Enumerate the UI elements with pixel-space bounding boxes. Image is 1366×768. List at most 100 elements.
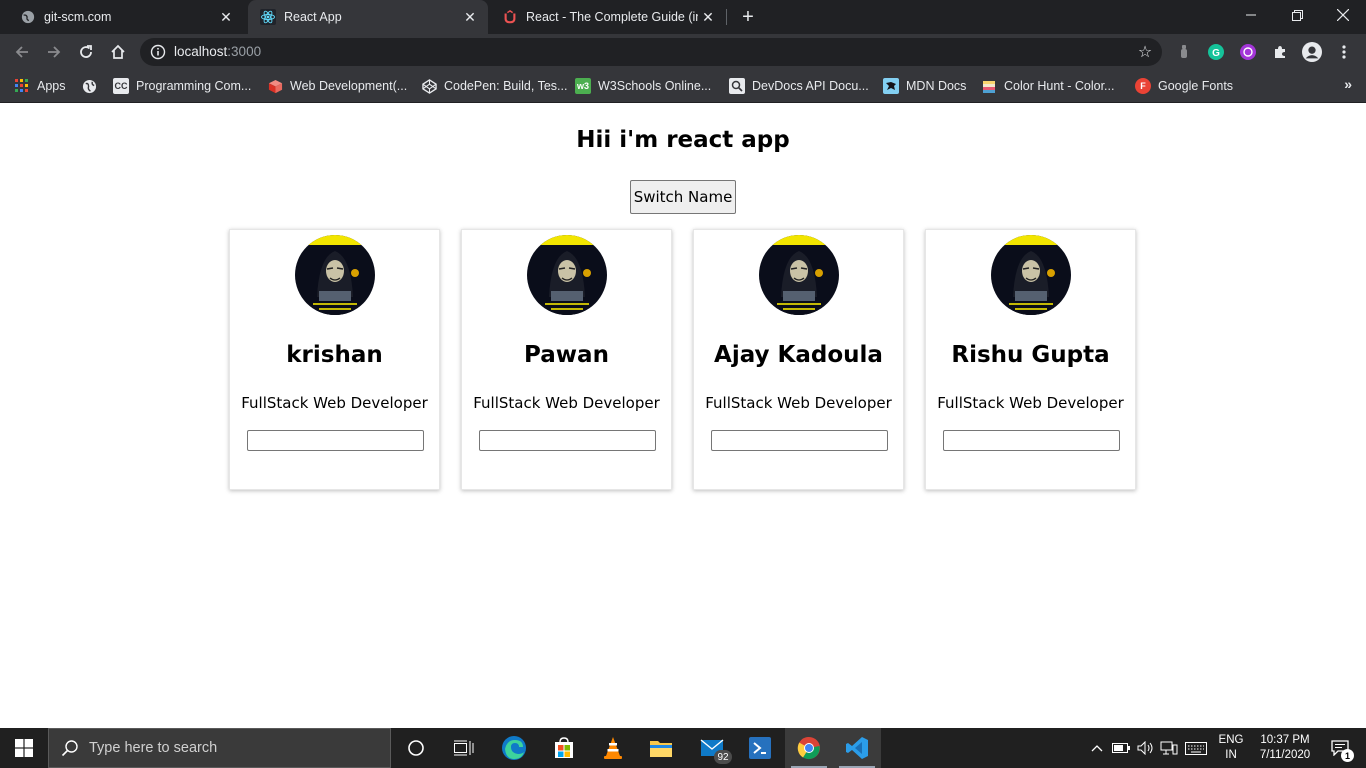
microsoft-store-icon[interactable] xyxy=(540,728,588,768)
mail-icon[interactable]: 92 xyxy=(688,728,736,768)
close-tab-icon[interactable]: ✕ xyxy=(460,7,480,27)
reload-icon[interactable] xyxy=(72,38,100,66)
close-tab-icon[interactable]: ✕ xyxy=(698,7,718,27)
bookmark-google-fonts[interactable]: F Google Fonts xyxy=(1135,76,1233,96)
volume-icon[interactable] xyxy=(1134,728,1158,768)
bookmark-mdn[interactable]: MDN Docs xyxy=(883,76,966,96)
bookmark-w3schools[interactable]: w3 W3Schools Online... xyxy=(575,76,711,96)
windows-start-icon[interactable] xyxy=(0,728,48,768)
bookmark-color-hunt[interactable]: Color Hunt - Color... xyxy=(981,76,1114,96)
person-card: Rishu Gupta FullStack Web Developer xyxy=(925,229,1136,490)
bookmark-label: W3Schools Online... xyxy=(598,79,712,93)
windows-taskbar: Type here to search 92 ENG IN 10:37 PM 7… xyxy=(0,728,1366,768)
search-icon xyxy=(61,739,79,757)
grammarly-icon[interactable]: G xyxy=(1206,42,1226,62)
close-tab-icon[interactable]: ✕ xyxy=(216,7,236,27)
name-input[interactable] xyxy=(711,430,888,451)
chrome-taskbar-icon[interactable] xyxy=(785,728,833,768)
bookmark-web-development[interactable]: Web Development(... xyxy=(267,76,407,96)
tab-git-scm[interactable]: git-scm.com ✕ xyxy=(8,0,244,34)
bookmark-globe[interactable] xyxy=(81,76,104,96)
profile-avatar-icon[interactable] xyxy=(1302,42,1322,62)
network-icon[interactable] xyxy=(1158,728,1180,768)
page-heading: Hii i'm react app xyxy=(576,127,790,153)
avatar-image xyxy=(759,235,839,315)
back-arrow-icon[interactable] xyxy=(8,38,36,66)
edge-browser-icon[interactable] xyxy=(490,728,538,768)
language-region: IN xyxy=(1225,749,1237,761)
bookmark-codepen[interactable]: CodePen: Build, Tes... xyxy=(421,76,567,96)
avatar-image xyxy=(991,235,1071,315)
browser-tab-strip: git-scm.com ✕ React App ✕ React - The Co… xyxy=(0,0,1366,34)
site-info-icon[interactable] xyxy=(150,44,166,60)
bookmark-label: Apps xyxy=(37,79,66,93)
battery-icon[interactable] xyxy=(1110,728,1132,768)
google-fonts-icon: F xyxy=(1135,78,1151,94)
apps-grid-icon xyxy=(14,78,30,94)
home-icon[interactable] xyxy=(104,38,132,66)
powershell-icon[interactable] xyxy=(736,728,784,768)
input-language-indicator[interactable]: ENG IN xyxy=(1214,733,1248,763)
bookmark-label: Web Development(... xyxy=(290,79,408,93)
cc-icon: CC xyxy=(113,78,129,94)
bookmark-label: MDN Docs xyxy=(906,79,967,93)
person-card: Pawan FullStack Web Developer xyxy=(461,229,672,490)
taskbar-clock[interactable]: 10:37 PM 7/11/2020 xyxy=(1254,733,1316,763)
avatar-image xyxy=(295,235,375,315)
bookmark-label: Programming Com... xyxy=(136,79,252,93)
person-role: FullStack Web Developer xyxy=(937,394,1124,412)
person-name: Pawan xyxy=(524,342,609,368)
close-window-icon[interactable] xyxy=(1320,0,1366,30)
notification-count-badge: 1 xyxy=(1341,749,1354,762)
name-input[interactable] xyxy=(247,430,424,451)
cortana-circle-icon[interactable] xyxy=(392,728,440,768)
new-tab-plus-icon[interactable]: + xyxy=(736,5,760,29)
extensions-puzzle-icon[interactable] xyxy=(1270,42,1290,62)
bookmark-star-icon[interactable]: ☆ xyxy=(1136,43,1154,61)
tab-react-guide[interactable]: React - The Complete Guide (incl ✕ xyxy=(490,0,726,34)
url-text: localhost:3000 xyxy=(174,44,261,59)
vscode-icon[interactable] xyxy=(833,728,881,768)
person-card: krishan FullStack Web Developer xyxy=(229,229,440,490)
forward-arrow-icon[interactable] xyxy=(40,38,68,66)
chrome-menu-icon[interactable] xyxy=(1334,42,1354,62)
bookmark-apps[interactable]: Apps xyxy=(14,76,66,96)
touch-keyboard-icon[interactable] xyxy=(1182,728,1210,768)
bookmark-label: Google Fonts xyxy=(1158,79,1234,93)
bookmark-label: CodePen: Build, Tes... xyxy=(444,79,568,93)
person-name: Ajay Kadoula xyxy=(714,342,883,368)
person-name: krishan xyxy=(286,342,383,368)
extension-purple-icon[interactable] xyxy=(1238,42,1258,62)
task-view-icon[interactable] xyxy=(440,728,488,768)
restore-window-icon[interactable] xyxy=(1274,0,1320,30)
url-port: :3000 xyxy=(227,44,262,59)
name-input[interactable] xyxy=(943,430,1120,451)
udemy-icon xyxy=(502,9,518,25)
switch-name-button[interactable]: Switch Name xyxy=(630,180,736,214)
person-role: FullStack Web Developer xyxy=(473,394,660,412)
action-center-icon[interactable]: 1 xyxy=(1320,728,1360,768)
bookmarks-overflow-chevron-icon[interactable]: » xyxy=(1344,76,1352,92)
devdocs-icon xyxy=(729,78,745,94)
taskbar-search-box[interactable]: Type here to search xyxy=(48,728,391,768)
bookmark-devdocs[interactable]: DevDocs API Docu... xyxy=(729,76,869,96)
tab-react-app[interactable]: React App ✕ xyxy=(248,0,488,34)
minimize-window-icon[interactable] xyxy=(1228,0,1274,30)
codepen-icon xyxy=(421,78,437,94)
file-explorer-icon[interactable] xyxy=(637,728,685,768)
person-role: FullStack Web Developer xyxy=(241,394,428,412)
globe-icon xyxy=(20,9,36,25)
extension-dropper-icon[interactable] xyxy=(1174,42,1194,62)
vlc-player-icon[interactable] xyxy=(589,728,637,768)
address-bar[interactable]: localhost:3000 ☆ xyxy=(140,38,1162,66)
bookmark-label: Color Hunt - Color... xyxy=(1004,79,1115,93)
hooded-hacker-avatar-icon xyxy=(991,235,1071,315)
tray-overflow-chevron-icon[interactable] xyxy=(1088,728,1106,768)
cube-icon xyxy=(267,78,283,94)
react-logo-icon xyxy=(260,9,276,25)
react-app-page: Hii i'm react app Switch Name krishan Fu… xyxy=(0,103,1366,728)
w3schools-icon: w3 xyxy=(575,78,591,94)
bookmark-programming[interactable]: CC Programming Com... xyxy=(113,76,251,96)
bookmarks-bar: Apps CC Programming Com... Web Developme… xyxy=(0,70,1366,103)
name-input[interactable] xyxy=(479,430,656,451)
